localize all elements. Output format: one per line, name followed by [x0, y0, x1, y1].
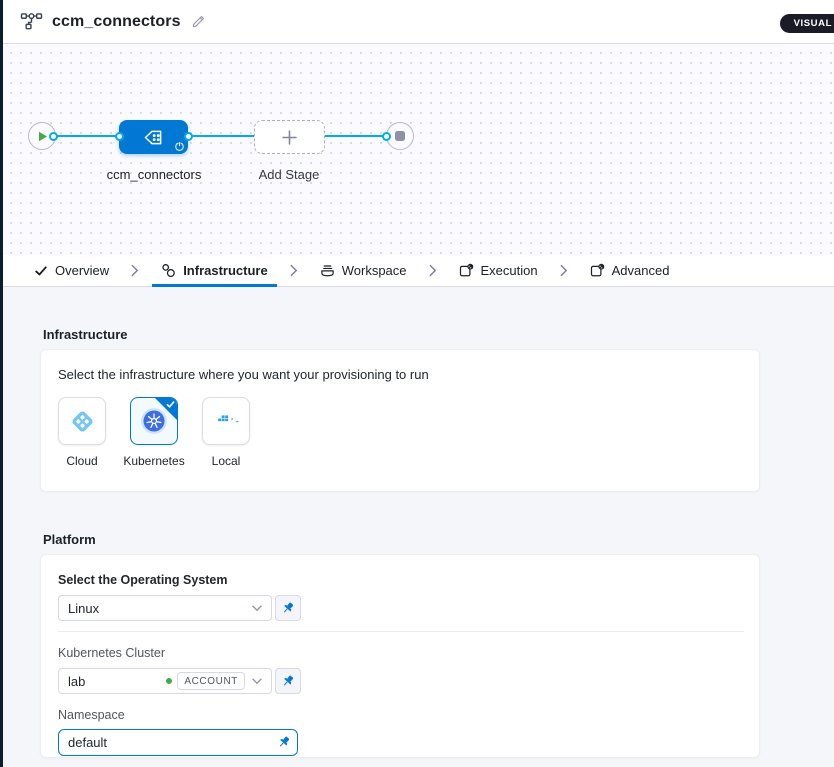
tab-execution[interactable]: Execution — [450, 255, 547, 286]
infrastructure-description: Select the infrastructure where you want… — [58, 367, 742, 382]
cluster-runtime-input-pin-button[interactable] — [275, 668, 301, 694]
os-runtime-input-pin-button[interactable] — [275, 595, 301, 621]
os-select-value: Linux — [68, 601, 245, 616]
divider — [58, 631, 744, 632]
chevron-right-icon — [560, 264, 568, 277]
pin-icon — [281, 674, 295, 688]
pipeline-edge — [323, 135, 386, 137]
execution-icon — [459, 263, 474, 278]
cloud-tile[interactable] — [58, 397, 106, 445]
stage-name-label: ccm_connectors — [99, 167, 209, 182]
pipeline-studio: ccm_connectors VISUAL — [0, 0, 834, 767]
stop-icon — [395, 131, 405, 141]
pipeline-canvas[interactable]: ccm_connectors Add Stage — [3, 45, 834, 255]
pipeline-edge — [186, 135, 256, 137]
play-icon — [36, 130, 48, 143]
cloud-icon — [69, 408, 96, 435]
connector-port — [49, 132, 58, 141]
namespace-runtime-input-pin-button[interactable] — [277, 735, 291, 749]
kubernetes-tile[interactable] — [130, 397, 178, 445]
tab-overview[interactable]: Overview — [25, 255, 118, 286]
scope-badge: ACCOUNT — [177, 672, 245, 690]
chevron-right-icon — [429, 264, 437, 277]
add-stage-button[interactable] — [254, 120, 325, 154]
namespace-field-label: Namespace — [58, 708, 742, 722]
connectivity-status-dot — [166, 678, 172, 684]
check-icon — [34, 264, 48, 278]
pin-icon — [281, 601, 295, 615]
workspace-icon — [320, 263, 335, 278]
tile-label: Local — [212, 454, 241, 468]
infrastructure-options: Cloud — [58, 397, 742, 468]
os-field-row: Linux — [58, 595, 742, 621]
advanced-icon — [590, 263, 605, 278]
plus-icon — [281, 129, 298, 146]
visual-yaml-toggle[interactable]: VISUAL — [780, 14, 834, 33]
namespace-field — [58, 729, 298, 756]
tab-label: Execution — [481, 263, 538, 278]
tile-label: Cloud — [66, 454, 97, 468]
pin-icon — [277, 735, 291, 749]
connector-port — [115, 132, 124, 141]
pipeline-title: ccm_connectors — [52, 13, 181, 31]
chevron-right-icon — [290, 264, 298, 277]
tab-label: Workspace — [342, 263, 407, 278]
edit-pipeline-name-icon[interactable] — [191, 14, 206, 29]
pipeline-icon — [20, 12, 43, 31]
infrastructure-icon — [161, 263, 176, 278]
stage-config-tabbar: Overview Infrastructure Workspace — [3, 255, 834, 287]
tab-label: Infrastructure — [183, 263, 268, 278]
platform-section-heading: Platform — [43, 532, 834, 547]
add-stage-label: Add Stage — [249, 167, 329, 182]
pipeline-header: ccm_connectors VISUAL — [3, 0, 834, 44]
tab-label: Advanced — [612, 263, 670, 278]
namespace-input[interactable] — [58, 729, 298, 756]
pipeline-edge — [51, 135, 119, 137]
tab-advanced[interactable]: Advanced — [581, 255, 679, 286]
collapsed-sidebar-edge — [0, 0, 3, 767]
chevron-right-icon — [131, 264, 139, 277]
connector-port — [184, 132, 193, 141]
infrastructure-section-heading: Infrastructure — [43, 327, 834, 342]
visual-toggle-label: VISUAL — [794, 18, 832, 29]
infrastructure-tab-panel: Infrastructure Select the infrastructure… — [3, 287, 834, 767]
docker-icon — [213, 408, 240, 435]
tab-workspace[interactable]: Workspace — [311, 255, 416, 286]
chevron-down-icon — [252, 678, 262, 685]
infrastructure-card: Select the infrastructure where you want… — [40, 349, 760, 492]
cluster-field-row: lab ACCOUNT — [58, 668, 742, 694]
cluster-field-label: Kubernetes Cluster — [58, 646, 742, 660]
stage-conditional-execution-icon — [175, 142, 184, 151]
chevron-down-icon — [252, 605, 262, 612]
stage-node-ccm-connectors[interactable] — [119, 120, 188, 154]
tab-infrastructure[interactable]: Infrastructure — [152, 255, 277, 286]
custom-stage-icon — [142, 128, 165, 147]
connector-port — [382, 132, 391, 141]
infra-option-kubernetes: Kubernetes — [130, 397, 178, 468]
cluster-select-value: lab — [68, 674, 166, 689]
platform-card: Select the Operating System Linux — [40, 554, 760, 758]
os-field-label: Select the Operating System — [58, 573, 742, 587]
selected-check-icon — [166, 400, 175, 409]
cluster-select[interactable]: lab ACCOUNT — [58, 668, 272, 694]
local-tile[interactable] — [202, 397, 250, 445]
infra-option-cloud: Cloud — [58, 397, 106, 468]
os-select[interactable]: Linux — [58, 595, 272, 621]
tile-label: Kubernetes — [123, 454, 184, 468]
tab-label: Overview — [55, 263, 109, 278]
infra-option-local: Local — [202, 397, 250, 468]
